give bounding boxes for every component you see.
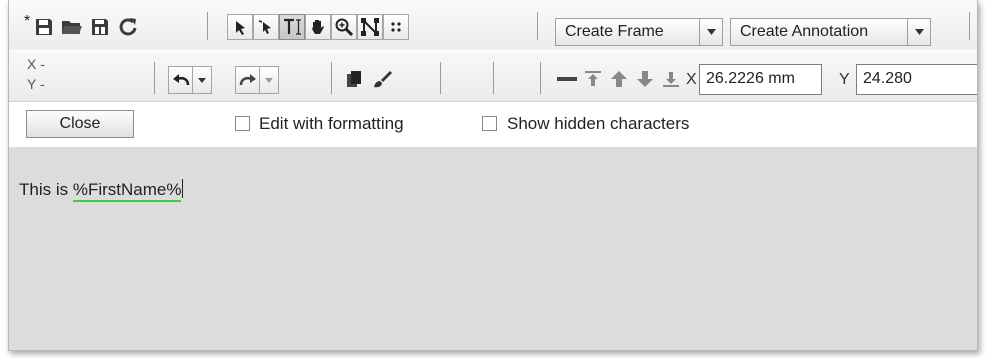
chevron-down-icon[interactable]: [699, 19, 722, 45]
chevron-down-icon[interactable]: [259, 67, 278, 93]
zoom-icon[interactable]: [331, 14, 357, 40]
text-editor-area[interactable]: [9, 147, 977, 350]
align-top-icon[interactable]: [580, 66, 606, 92]
variable-placeholder[interactable]: %FirstName%: [72, 180, 182, 202]
save-icon[interactable]: [31, 14, 57, 40]
cursor-x-readout: X -: [27, 56, 45, 72]
show-hidden-characters-label: Show hidden characters: [507, 114, 690, 133]
undo-button[interactable]: [168, 66, 212, 94]
y-field-label: Y: [839, 71, 850, 88]
toolbar-separator: [207, 12, 208, 40]
direct-select-icon[interactable]: [253, 14, 279, 40]
create-annotation-dropdown[interactable]: Create Annotation: [730, 18, 931, 46]
grid-dots-icon[interactable]: [383, 14, 409, 40]
editor-window: * Create Frame Create Annotation X - Y -…: [8, 0, 978, 351]
open-folder-icon[interactable]: [59, 14, 85, 40]
top-toolbar: * Create Frame Create Annotation: [9, 0, 977, 50]
editor-text-line[interactable]: This is %FirstName%: [19, 179, 184, 202]
modified-marker: *: [24, 13, 31, 30]
toolbar-separator: [537, 12, 538, 40]
undo-icon[interactable]: [169, 67, 192, 93]
show-hidden-characters-checkbox[interactable]: [482, 116, 497, 131]
arrow-down-icon[interactable]: [632, 66, 658, 92]
align-bottom-icon[interactable]: [658, 66, 684, 92]
line-icon[interactable]: [554, 66, 580, 92]
cursor-y-readout: Y -: [27, 76, 45, 92]
y-position-input[interactable]: 24.280: [856, 64, 977, 95]
toolbar-separator: [540, 62, 541, 94]
close-button[interactable]: Close: [26, 110, 134, 138]
edit-with-formatting-checkbox[interactable]: [235, 116, 250, 131]
toolbar-separator: [440, 62, 441, 94]
text-tool-icon[interactable]: [279, 14, 305, 40]
hand-pan-icon[interactable]: [305, 14, 331, 40]
save-as-icon[interactable]: [87, 14, 113, 40]
chevron-down-icon[interactable]: [907, 19, 930, 45]
toolbar-separator: [154, 62, 155, 94]
redo-button[interactable]: [235, 66, 279, 94]
create-annotation-label: Create Annotation: [740, 23, 869, 40]
redo-icon[interactable]: [236, 67, 259, 93]
editor-text-prefix: This is: [19, 180, 73, 199]
edit-with-formatting-label: Edit with formatting: [259, 114, 404, 133]
text-caret: [182, 179, 184, 198]
toolbar-separator: [331, 62, 332, 94]
x-field-label: X: [686, 71, 697, 88]
node-edit-icon[interactable]: [357, 14, 383, 40]
chevron-down-icon[interactable]: [192, 67, 211, 93]
select-arrow-icon[interactable]: [227, 14, 253, 40]
create-frame-dropdown[interactable]: Create Frame: [555, 18, 723, 46]
arrow-up-icon[interactable]: [606, 66, 632, 92]
toolbar-separator: [969, 12, 970, 40]
paint-brush-icon[interactable]: [369, 66, 395, 92]
toolbar-separator: [493, 62, 494, 94]
create-frame-label: Create Frame: [565, 23, 664, 40]
x-position-input[interactable]: 26.2226 mm: [699, 64, 822, 95]
refresh-icon[interactable]: [115, 14, 141, 40]
copy-icon[interactable]: [341, 66, 367, 92]
